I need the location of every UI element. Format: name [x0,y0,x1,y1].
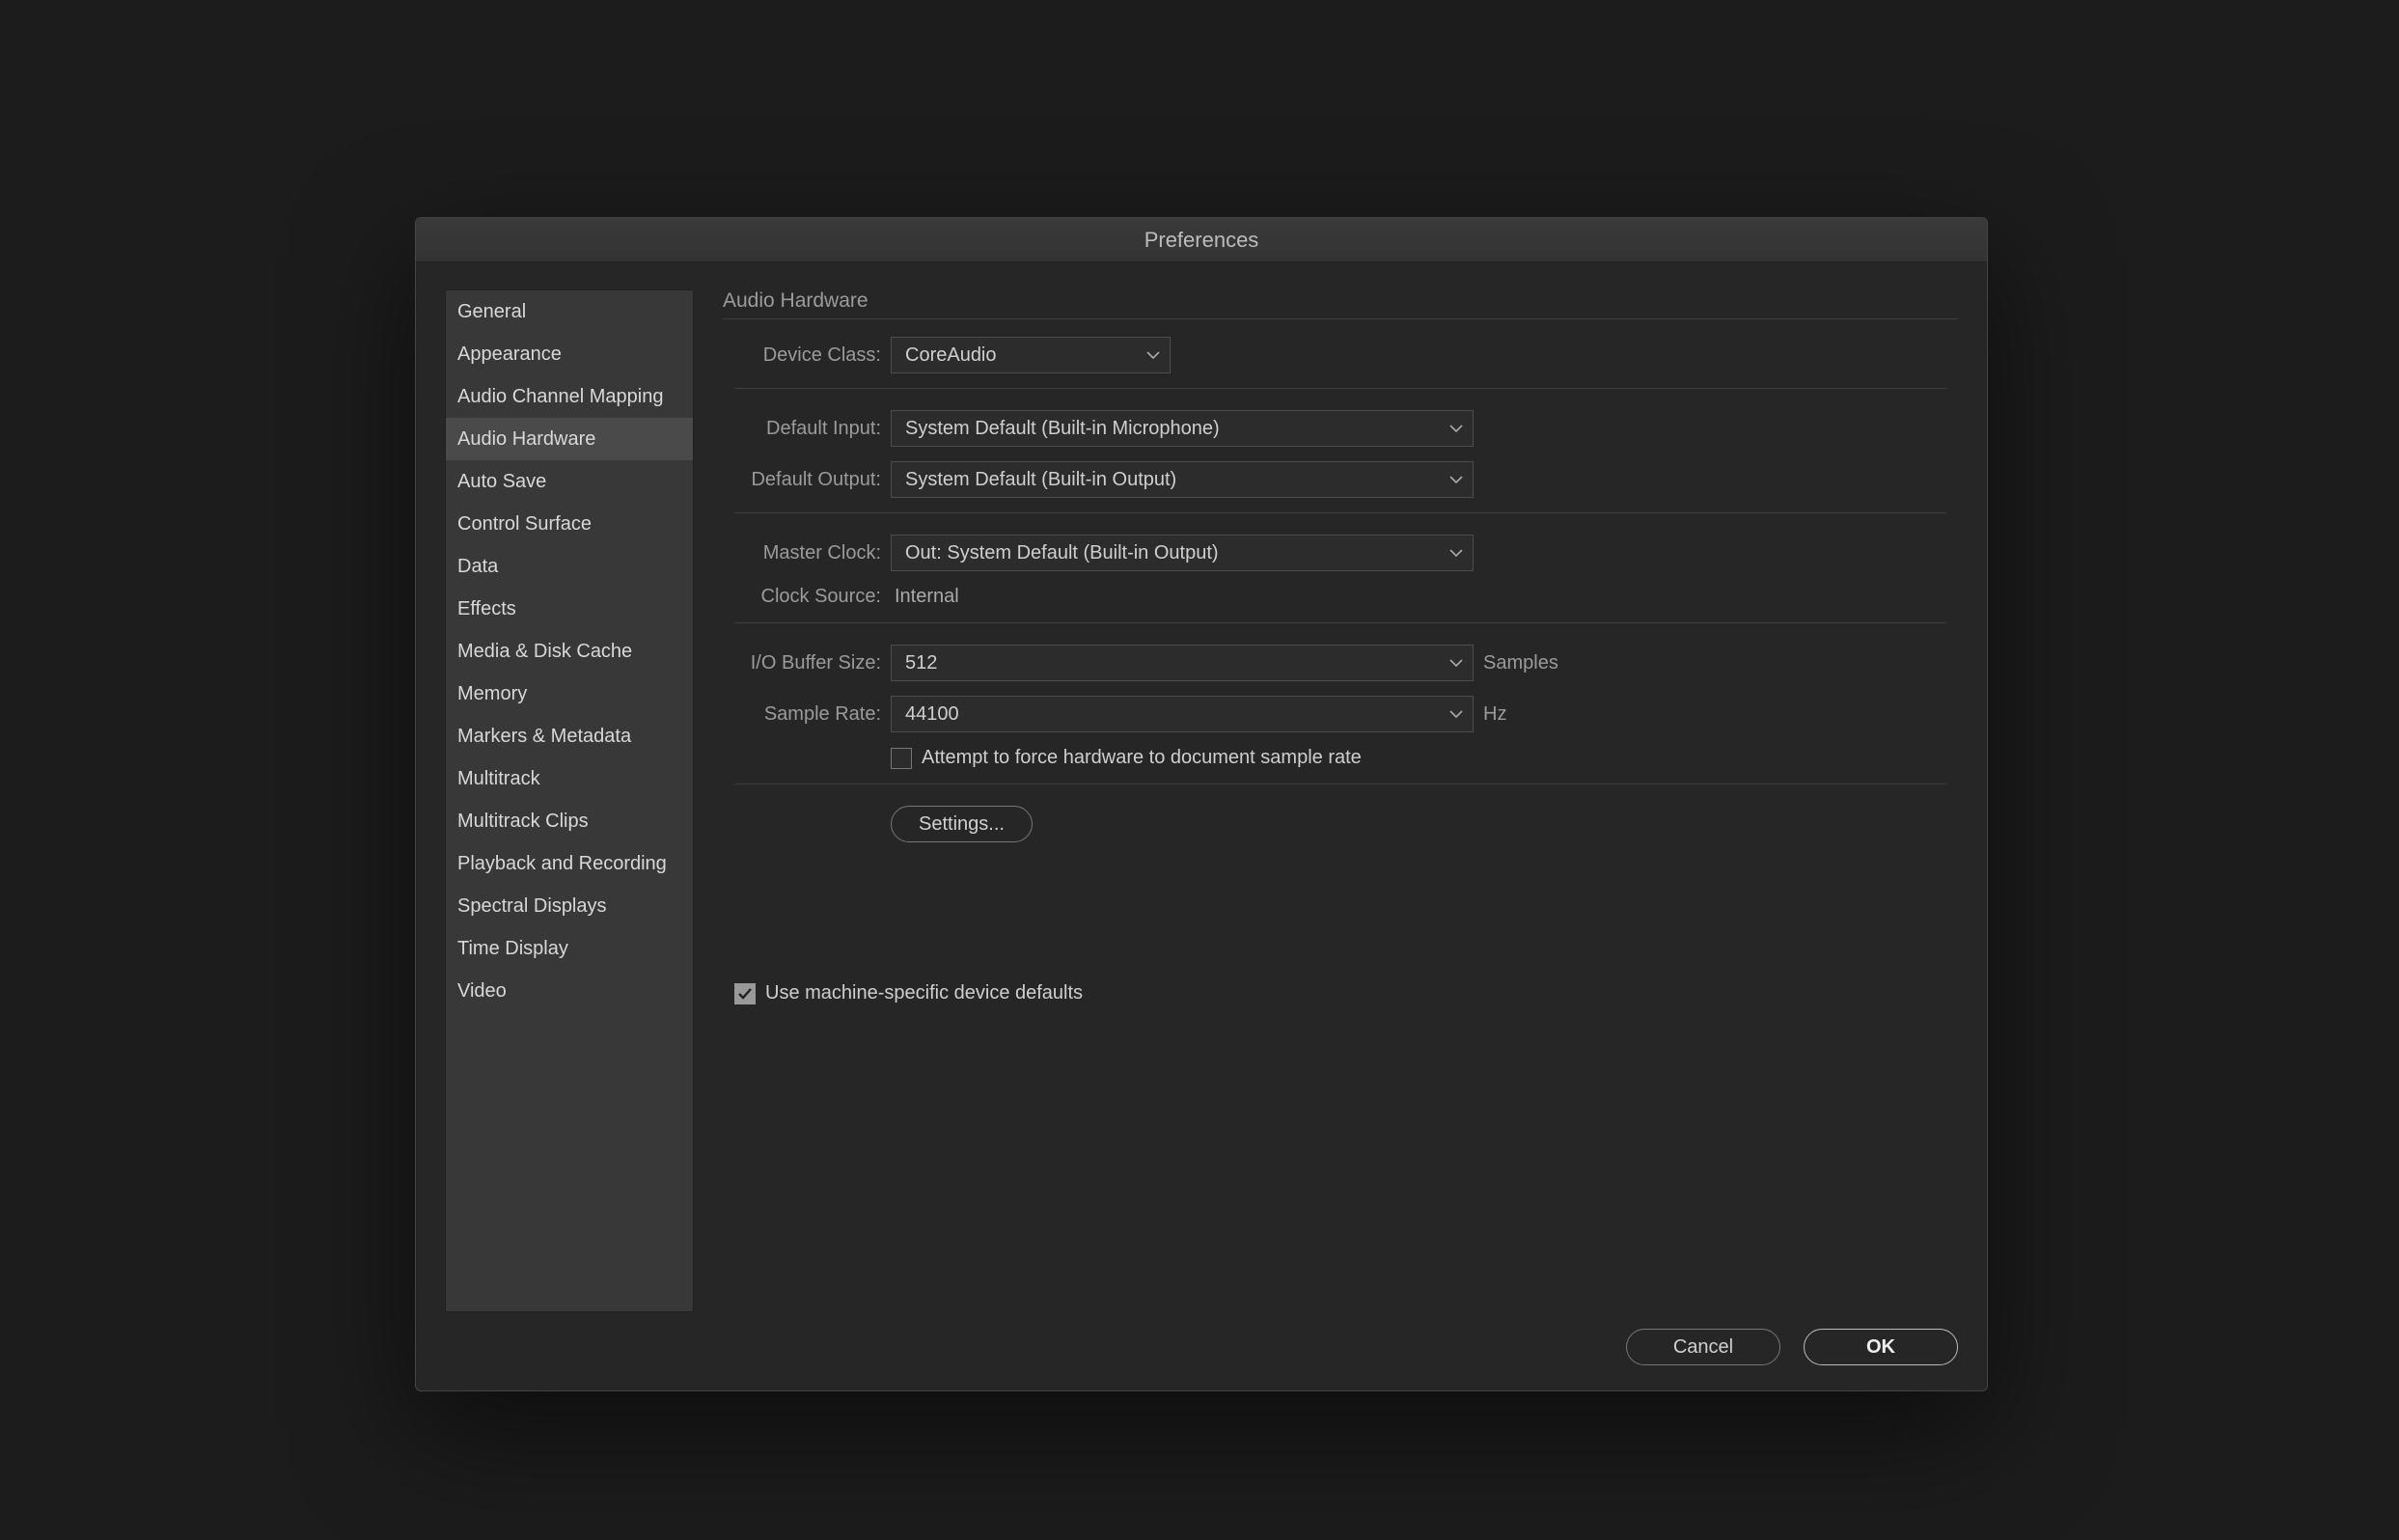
dialog-content: GeneralAppearanceAudio Channel MappingAu… [416,262,1987,1390]
sidebar-item-appearance[interactable]: Appearance [446,333,693,375]
label-master-clock: Master Clock: [734,542,891,564]
sidebar-item-control-surface[interactable]: Control Surface [446,503,693,545]
sidebar-item-memory[interactable]: Memory [446,673,693,715]
settings-button[interactable]: Settings... [891,806,1033,842]
dropdown-device-class[interactable]: CoreAudio [891,337,1171,373]
checkbox-force-hardware-label: Attempt to force hardware to document sa… [922,747,1362,769]
sidebar-item-markers-metadata[interactable]: Markers & Metadata [446,715,693,757]
sidebar-item-video[interactable]: Video [446,970,693,1012]
dropdown-default-input[interactable]: System Default (Built-in Microphone) [891,410,1474,447]
row-master-clock: Master Clock: Out: System Default (Built… [734,535,1946,571]
preferences-main: Audio Hardware Device Class: CoreAudio D… [723,289,1958,1381]
row-io-buffer: I/O Buffer Size: 512 Samples [734,645,1946,681]
dropdown-value: System Default (Built-in Microphone) [905,418,1220,439]
cancel-button[interactable]: Cancel [1626,1329,1780,1365]
divider [734,388,1946,389]
label-sample-rate: Sample Rate: [734,703,891,726]
dropdown-value: Out: System Default (Built-in Output) [905,542,1219,564]
sidebar-item-audio-hardware[interactable]: Audio Hardware [446,418,693,460]
dropdown-default-output[interactable]: System Default (Built-in Output) [891,461,1474,498]
divider [734,622,1946,623]
sidebar-item-multitrack[interactable]: Multitrack [446,757,693,800]
checkbox-force-hardware-row: Attempt to force hardware to document sa… [891,747,1362,769]
dropdown-sample-rate[interactable]: 44100 [891,696,1474,732]
chevron-down-icon [1449,548,1463,558]
preferences-sidebar: GeneralAppearanceAudio Channel MappingAu… [445,289,694,1312]
dialog-title: Preferences [1144,228,1259,253]
row-default-output: Default Output: System Default (Built-in… [734,461,1946,498]
value-clock-source: Internal [891,586,959,608]
chevron-down-icon [1449,424,1463,433]
sidebar-item-auto-save[interactable]: Auto Save [446,460,693,503]
sidebar-item-time-display[interactable]: Time Display [446,927,693,970]
chevron-down-icon [1146,350,1160,360]
sidebar-item-effects[interactable]: Effects [446,588,693,630]
divider [734,512,1946,513]
dropdown-value: 44100 [905,703,959,725]
label-clock-source: Clock Source: [734,586,891,608]
dialog-titlebar: Preferences [416,218,1987,262]
ok-button[interactable]: OK [1804,1329,1958,1365]
dropdown-value: System Default (Built-in Output) [905,469,1176,490]
preferences-dialog: Preferences GeneralAppearanceAudio Chann… [415,217,1988,1391]
sidebar-item-media-disk-cache[interactable]: Media & Disk Cache [446,630,693,673]
row-machine-specific: Use machine-specific device defaults [734,982,1958,1004]
dropdown-value: CoreAudio [905,344,997,366]
row-device-class: Device Class: CoreAudio [734,337,1946,373]
suffix-samples: Samples [1483,652,1558,674]
row-force-checkbox: Attempt to force hardware to document sa… [734,747,1946,769]
label-default-input: Default Input: [734,418,891,440]
sidebar-item-playback-and-recording[interactable]: Playback and Recording [446,842,693,885]
dropdown-value: 512 [905,652,937,674]
chevron-down-icon [1449,475,1463,484]
dropdown-io-buffer[interactable]: 512 [891,645,1474,681]
audio-hardware-panel: Device Class: CoreAudio Default Input: S… [723,318,1958,866]
sidebar-item-data[interactable]: Data [446,545,693,588]
chevron-down-icon [1449,709,1463,719]
dialog-buttons: Cancel OK [1626,1329,1958,1365]
chevron-down-icon [1449,658,1463,668]
label-default-output: Default Output: [734,469,891,491]
label-device-class: Device Class: [734,344,891,367]
row-clock-source: Clock Source: Internal [734,586,1946,608]
section-title: Audio Hardware [723,289,1958,313]
sidebar-item-audio-channel-mapping[interactable]: Audio Channel Mapping [446,375,693,418]
sidebar-item-multitrack-clips[interactable]: Multitrack Clips [446,800,693,842]
row-settings-button: Settings... [734,806,1946,842]
row-sample-rate: Sample Rate: 44100 Hz [734,696,1946,732]
label-io-buffer: I/O Buffer Size: [734,652,891,674]
suffix-hz: Hz [1483,703,1506,726]
dropdown-master-clock[interactable]: Out: System Default (Built-in Output) [891,535,1474,571]
checkbox-force-hardware[interactable] [891,748,912,769]
sidebar-item-general[interactable]: General [446,290,693,333]
checkbox-machine-specific-label: Use machine-specific device defaults [765,982,1083,1004]
sidebar-item-spectral-displays[interactable]: Spectral Displays [446,885,693,927]
checkbox-machine-specific[interactable] [734,983,756,1004]
row-default-input: Default Input: System Default (Built-in … [734,410,1946,447]
